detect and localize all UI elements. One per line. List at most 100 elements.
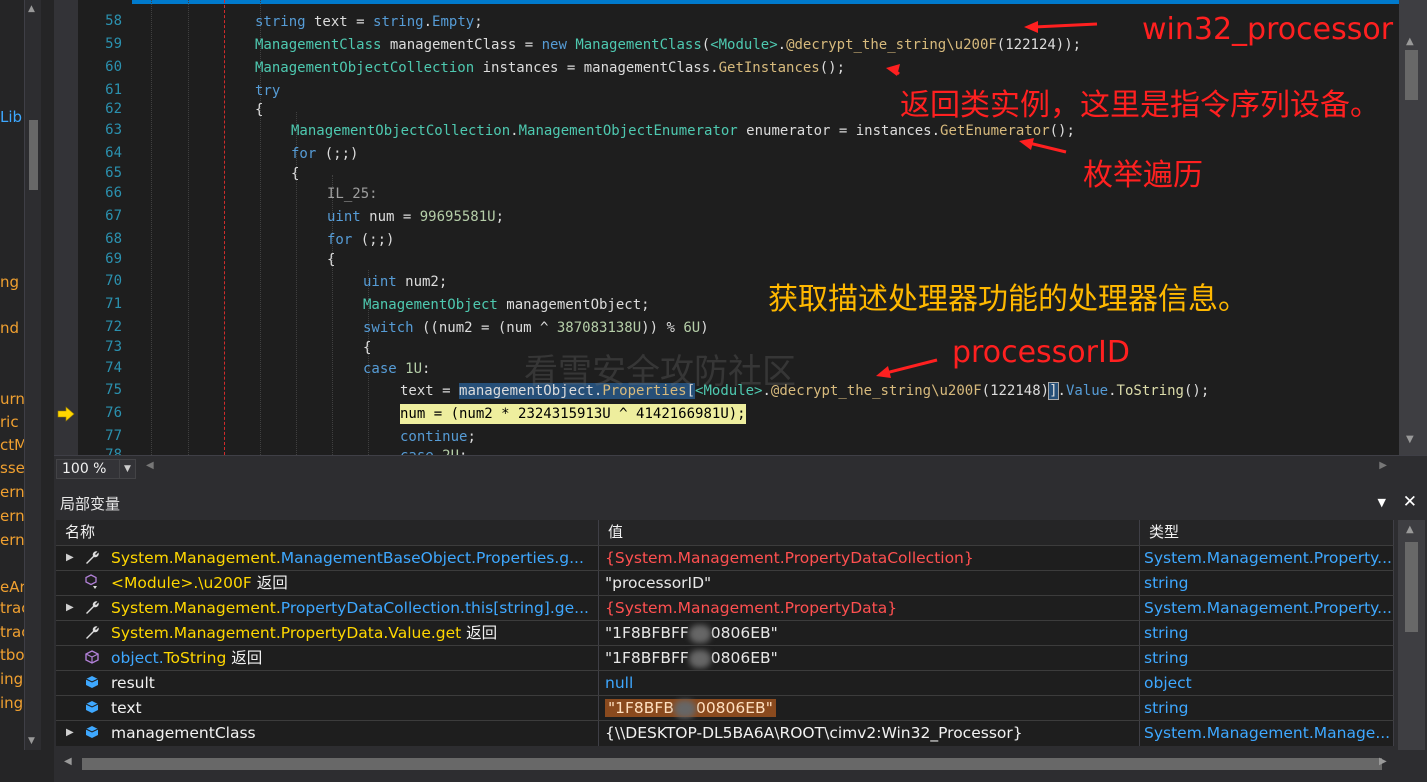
locals-row[interactable]: result null object <box>56 670 1394 696</box>
locals-cell-value[interactable]: {\\DESKTOP-DL5BA6A\ROOT\cimv2:Win32_Proc… <box>599 721 1140 746</box>
solution-item-fragment[interactable]: erna <box>0 531 24 549</box>
variable-name: System.Management.PropertyData.Value.get… <box>111 624 498 642</box>
code-line-68[interactable]: for (;;) <box>327 230 394 250</box>
scroll-up-icon[interactable]: ▲ <box>28 4 35 14</box>
locals-cell-value[interactable]: "1F8BFB 00806EB" <box>599 696 1140 721</box>
code-line-64[interactable]: for (;;) <box>291 144 358 164</box>
code-line-65[interactable]: { <box>291 164 299 184</box>
solution-item-fragment[interactable]: erna <box>0 507 24 525</box>
line-number: 62 <box>105 101 122 117</box>
solution-item-fragment[interactable]: sse <box>0 459 24 477</box>
line-number-gutter: 58 59 60 61 62 63 64 65 66 67 68 69 70 71 72 73 74 75 76 77… <box>78 0 132 455</box>
code-line-71[interactable]: ManagementObject managementObject; <box>363 295 650 315</box>
scroll-up-icon[interactable]: ▲ <box>1406 524 1414 535</box>
chevron-down-icon[interactable]: ▼ <box>119 460 135 478</box>
locals-row[interactable]: ▶ managementClass {\\DESKTOP-DL5BA6A\ROOT\… <box>56 720 1394 746</box>
redaction-blur <box>688 624 711 643</box>
breakpoint-margin[interactable] <box>54 0 78 455</box>
code-line-73[interactable]: { <box>363 338 371 358</box>
locals-row[interactable]: ▶ System.Management.ManagementBaseObject.… <box>56 545 1394 571</box>
solution-item-fragment[interactable]: erna <box>0 483 24 501</box>
code-line-60[interactable]: ManagementObjectCollection instances = m… <box>255 58 845 78</box>
code-line-75[interactable]: text = managementObject.Properties[<Modu… <box>400 381 1209 401</box>
expand-triangle-icon[interactable]: ▶ <box>66 721 74 745</box>
scroll-down-icon[interactable]: ▼ <box>1406 434 1414 445</box>
close-icon[interactable]: ✕ <box>1403 492 1417 512</box>
locals-cell-value[interactable]: null <box>599 671 1140 696</box>
solution-item-fragment[interactable]: trac <box>0 599 24 617</box>
return-value-icon <box>85 574 97 589</box>
locals-cell-type: string <box>1140 646 1394 671</box>
code-line-76-current[interactable]: num = (num2 * 2324315913U ^ 4142166981U)… <box>400 404 746 424</box>
solution-item-fragment[interactable]: tbo <box>0 646 24 664</box>
solution-item-fragment[interactable]: ing <box>0 670 24 688</box>
scroll-up-icon[interactable]: ▲ <box>1406 36 1414 47</box>
code-line-69[interactable]: { <box>327 250 335 270</box>
window-menu-icon[interactable]: ▼ <box>1378 496 1386 509</box>
locals-cell-value[interactable]: "1F8BFBFF 0806EB" <box>599 646 1140 671</box>
code-line-59[interactable]: ManagementClass managementClass = new Ma… <box>255 35 1081 55</box>
left-pane-scroll-thumb[interactable] <box>29 120 38 190</box>
locals-cell-value[interactable]: {System.Management.PropertyDataCollectio… <box>599 546 1140 571</box>
horizontal-scroll-thumb[interactable] <box>82 758 1382 770</box>
code-line-72[interactable]: switch ((num2 = (num ^ 387083138U)) % 6U… <box>363 318 709 338</box>
code-line-77[interactable]: continue; <box>400 427 476 447</box>
solution-item-fragment[interactable]: ric <box>0 413 24 431</box>
solution-item-fragment[interactable]: ing <box>0 694 24 712</box>
annotation-processor-id: processorID <box>952 335 1130 370</box>
locals-cell-type: string <box>1140 696 1394 721</box>
indent-guide <box>188 0 189 455</box>
solution-item-fragment[interactable]: trac <box>0 623 24 641</box>
code-line-66[interactable]: IL_25: <box>327 184 378 204</box>
editor-vertical-scrollbar[interactable]: ▲ ▼ <box>1399 0 1427 455</box>
code-line-63[interactable]: ManagementObjectCollection.ManagementObj… <box>291 121 1075 141</box>
solution-explorer-pane: Lib ng nd urn ric ctM sse erna erna erna eAr trac tr… <box>0 0 54 782</box>
scroll-left-icon[interactable]: ◀ <box>64 756 72 767</box>
variable-name: text <box>111 699 142 717</box>
locals-cell-value[interactable]: "1F8BFBFF 0806EB" <box>599 621 1140 646</box>
code-line-58[interactable]: string text = string.Empty; <box>255 12 483 32</box>
solution-item-fragment[interactable]: urn <box>0 390 24 408</box>
locals-scroll-thumb[interactable] <box>1405 542 1418 632</box>
locals-cell-value[interactable]: {System.Management.PropertyData} <box>599 596 1140 621</box>
locals-grid[interactable]: 名称 值 类型 ▶ System.Management.ManagementBas… <box>56 520 1394 750</box>
code-line-78[interactable]: case 2U: <box>400 446 467 455</box>
code-line-61[interactable]: try <box>255 81 280 101</box>
vs-debugger-window: Lib ng nd urn ric ctM sse erna erna erna eAr trac tr… <box>0 0 1427 782</box>
locals-row[interactable]: <Module>.\u200F 返回 "processorID" string <box>56 570 1394 596</box>
solution-item-fragment[interactable]: Lib <box>0 108 24 126</box>
column-header-value[interactable]: 值 <box>599 520 1140 545</box>
locals-cell-value[interactable]: "processorID" <box>599 571 1140 596</box>
editor-scroll-thumb[interactable] <box>1405 50 1418 100</box>
line-number: 65 <box>105 165 122 181</box>
locals-row[interactable]: ▶ System.Management.PropertyDataCollectio… <box>56 595 1394 621</box>
code-line-74[interactable]: case 1U: <box>363 359 430 379</box>
locals-vertical-scrollbar[interactable]: ▲ <box>1398 520 1425 750</box>
solution-item-fragment[interactable]: ng <box>0 273 24 291</box>
locals-horizontal-scrollbar[interactable]: ◀ ▶ <box>54 750 1427 782</box>
scroll-right-icon[interactable]: ▶ <box>1379 756 1387 767</box>
column-header-type[interactable]: 类型 <box>1140 520 1394 545</box>
object-icon <box>85 650 99 664</box>
line-number: 59 <box>105 36 122 52</box>
locals-row[interactable]: System.Management.PropertyData.Value.get… <box>56 620 1394 646</box>
locals-row[interactable]: text "1F8BFB 00806EB" string <box>56 695 1394 721</box>
column-header-name[interactable]: 名称 <box>56 520 599 545</box>
locals-row[interactable]: object.ToString 返回 "1F8BFBFF 0806EB" string <box>56 645 1394 671</box>
expand-triangle-icon[interactable]: ▶ <box>66 546 74 570</box>
code-line-70[interactable]: uint num2; <box>363 272 447 292</box>
left-pane-scrollbar[interactable]: ▲ ▼ <box>24 0 41 750</box>
current-statement-arrow-icon <box>57 406 75 422</box>
redaction-blur <box>688 649 711 668</box>
scroll-down-icon[interactable]: ▼ <box>28 736 35 746</box>
solution-item-fragment[interactable]: ctM <box>0 436 24 454</box>
scroll-left-icon[interactable]: ◀ <box>146 460 154 471</box>
solution-item-fragment[interactable]: eAr <box>0 578 24 596</box>
zoom-dropdown[interactable]: 100 % ▼ <box>56 459 136 479</box>
code-editor[interactable]: 58 59 60 61 62 63 64 65 66 67 68 69 70 71 72 73 74 75 76 77… <box>54 0 1399 455</box>
scroll-right-icon[interactable]: ▶ <box>1379 460 1387 471</box>
code-line-62[interactable]: { <box>255 100 263 120</box>
solution-item-fragment[interactable]: nd <box>0 319 24 337</box>
code-line-67[interactable]: uint num = 99695581U; <box>327 207 504 227</box>
expand-triangle-icon[interactable]: ▶ <box>66 596 74 620</box>
